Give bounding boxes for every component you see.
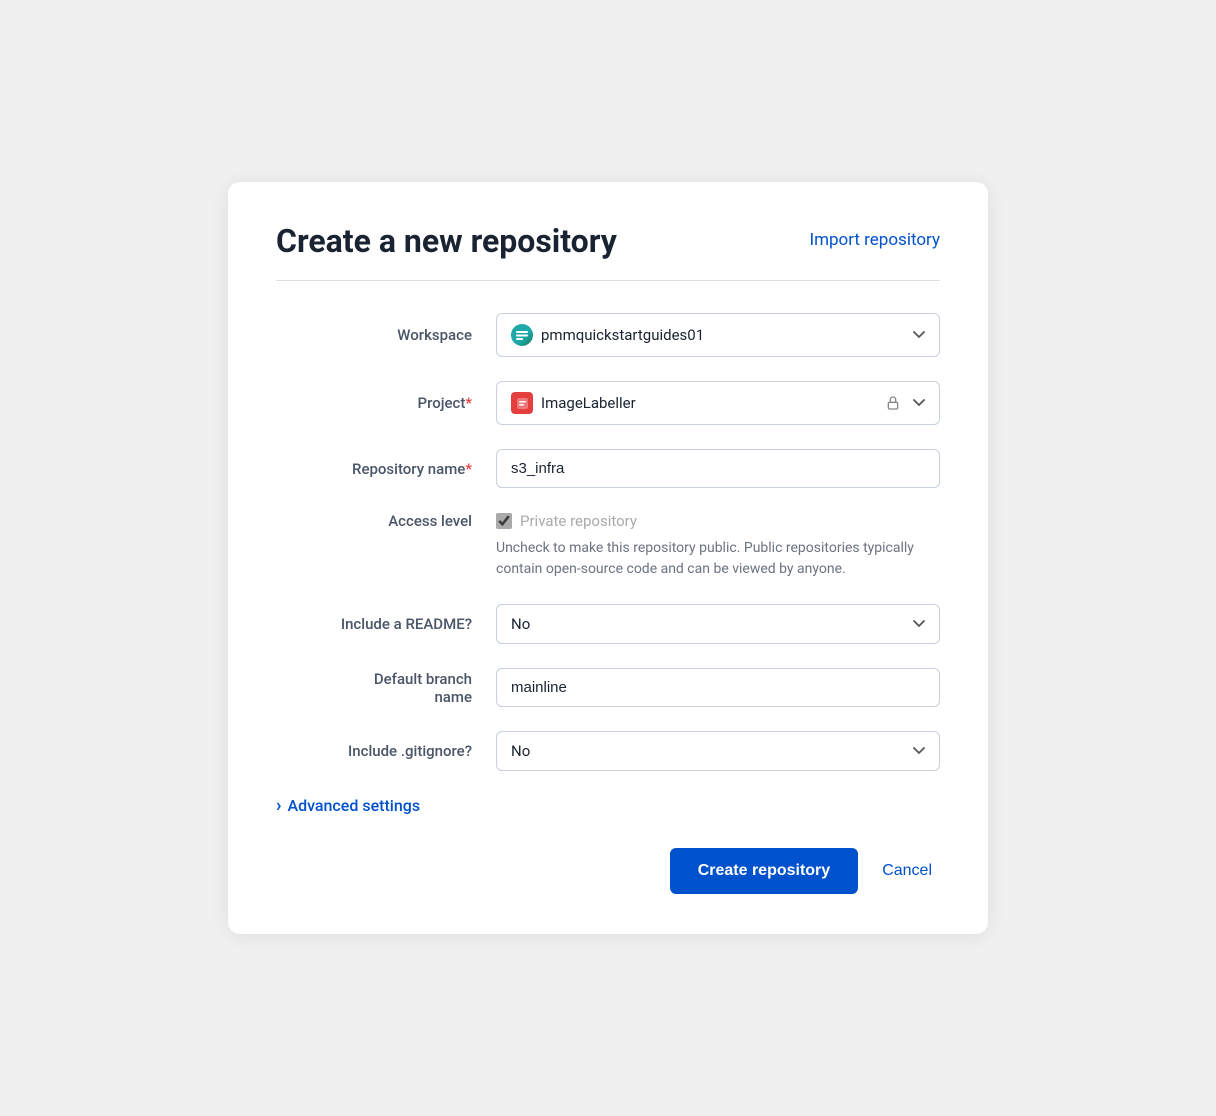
import-repository-link[interactable]: Import repository	[809, 230, 940, 250]
readme-row: Include a README? No No Yes	[276, 604, 940, 644]
project-field: ImageLabeller ImageLabeller	[496, 381, 940, 425]
access-level-field: Private repository Uncheck to make this …	[496, 512, 940, 580]
default-branch-row: Default branch name	[276, 668, 940, 707]
workspace-select-wrap[interactable]: pmmquickstartguides01 pmmquickstartguide…	[496, 313, 940, 357]
default-branch-input[interactable]	[496, 668, 940, 707]
gitignore-field: No No Yes	[496, 731, 940, 771]
project-row: Project* ImageLabeller	[276, 381, 940, 425]
workspace-field: pmmquickstartguides01 pmmquickstartguide…	[496, 313, 940, 357]
private-repo-checkbox-row: Private repository	[496, 512, 940, 530]
repo-name-required: *	[465, 460, 472, 478]
advanced-settings-toggle[interactable]: › Advanced settings	[276, 795, 940, 816]
header-divider	[276, 280, 940, 281]
advanced-settings-chevron: ›	[276, 795, 281, 816]
gitignore-select-wrap[interactable]: No No Yes	[496, 731, 940, 771]
page-title: Create a new repository	[276, 222, 617, 260]
advanced-settings-label: Advanced settings	[287, 796, 420, 815]
repo-name-row: Repository name*	[276, 449, 940, 488]
readme-label: Include a README?	[276, 615, 496, 633]
project-required: *	[465, 394, 472, 412]
private-repo-checkbox-label: Private repository	[520, 512, 637, 530]
access-level-label: Access level	[276, 512, 496, 530]
modal-header: Create a new repository Import repositor…	[276, 222, 940, 260]
create-repository-button[interactable]: Create repository	[670, 848, 859, 894]
readme-field: No No Yes	[496, 604, 940, 644]
default-branch-label: Default branch name	[276, 670, 496, 706]
access-level-row: Access level Private repository Uncheck …	[276, 512, 940, 580]
modal-footer: Create repository Cancel	[276, 848, 940, 894]
access-description: Uncheck to make this repository public. …	[496, 538, 926, 580]
repo-name-field	[496, 449, 940, 488]
readme-select-wrap[interactable]: No No Yes	[496, 604, 940, 644]
repo-name-input[interactable]	[496, 449, 940, 488]
default-branch-field	[496, 668, 940, 707]
gitignore-label: Include .gitignore?	[276, 742, 496, 760]
workspace-row: Workspace pmmquickstartguides01 pmmqu	[276, 313, 940, 357]
gitignore-row: Include .gitignore? No No Yes	[276, 731, 940, 771]
create-repository-modal: Create a new repository Import repositor…	[228, 182, 988, 934]
workspace-label: Workspace	[276, 326, 496, 344]
private-repo-checkbox[interactable]	[496, 513, 512, 529]
project-select-wrap[interactable]: ImageLabeller ImageLabeller	[496, 381, 940, 425]
cancel-button[interactable]: Cancel	[874, 848, 940, 894]
project-label: Project*	[276, 394, 496, 412]
repo-name-label: Repository name*	[276, 460, 496, 478]
